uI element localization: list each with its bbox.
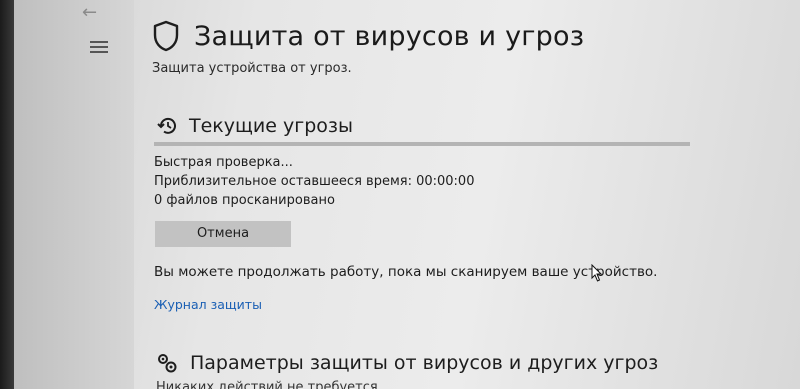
scan-info-text: Вы можете продолжать работу, пока мы ска… — [154, 264, 658, 280]
current-threats-title: Текущие угрозы — [189, 115, 354, 137]
page-header: Защита от вирусов и угроз — [152, 16, 584, 56]
main-content: Защита от вирусов и угроз Защита устройс… — [152, 0, 792, 389]
scan-status: Быстрая проверка... — [154, 155, 293, 170]
mouse-cursor-icon — [591, 264, 602, 282]
settings-gears-icon — [158, 354, 177, 373]
files-scanned: 0 файлов просканировано — [154, 193, 335, 208]
settings-title: Параметры защиты от вирусов и других угр… — [190, 352, 659, 374]
left-nav: ← — [14, 0, 134, 389]
settings-header: Параметры защиты от вирусов и других угр… — [156, 352, 658, 374]
settings-status: Никаких действий не требуется. — [156, 380, 382, 389]
hamburger-menu-icon[interactable] — [90, 41, 108, 55]
current-threats-header: Текущие угрозы — [157, 115, 353, 137]
section-divider — [154, 142, 690, 146]
page-title: Защита от вирусов и угроз — [194, 20, 585, 52]
page-subtitle: Защита устройства от угроз. — [152, 61, 352, 76]
time-remaining: Приблизительное оставшееся время: 00:00:… — [154, 174, 475, 189]
shield-icon — [153, 20, 179, 52]
refresh-clock-icon — [157, 117, 176, 134]
defender-window: ← Защита от вирусов и угроз Защита устро… — [0, 0, 800, 389]
back-arrow-icon[interactable]: ← — [82, 3, 106, 23]
protection-history-link[interactable]: Журнал защиты — [154, 297, 262, 312]
cancel-button[interactable]: Отмена — [155, 221, 291, 247]
screen-bezel — [0, 0, 14, 389]
